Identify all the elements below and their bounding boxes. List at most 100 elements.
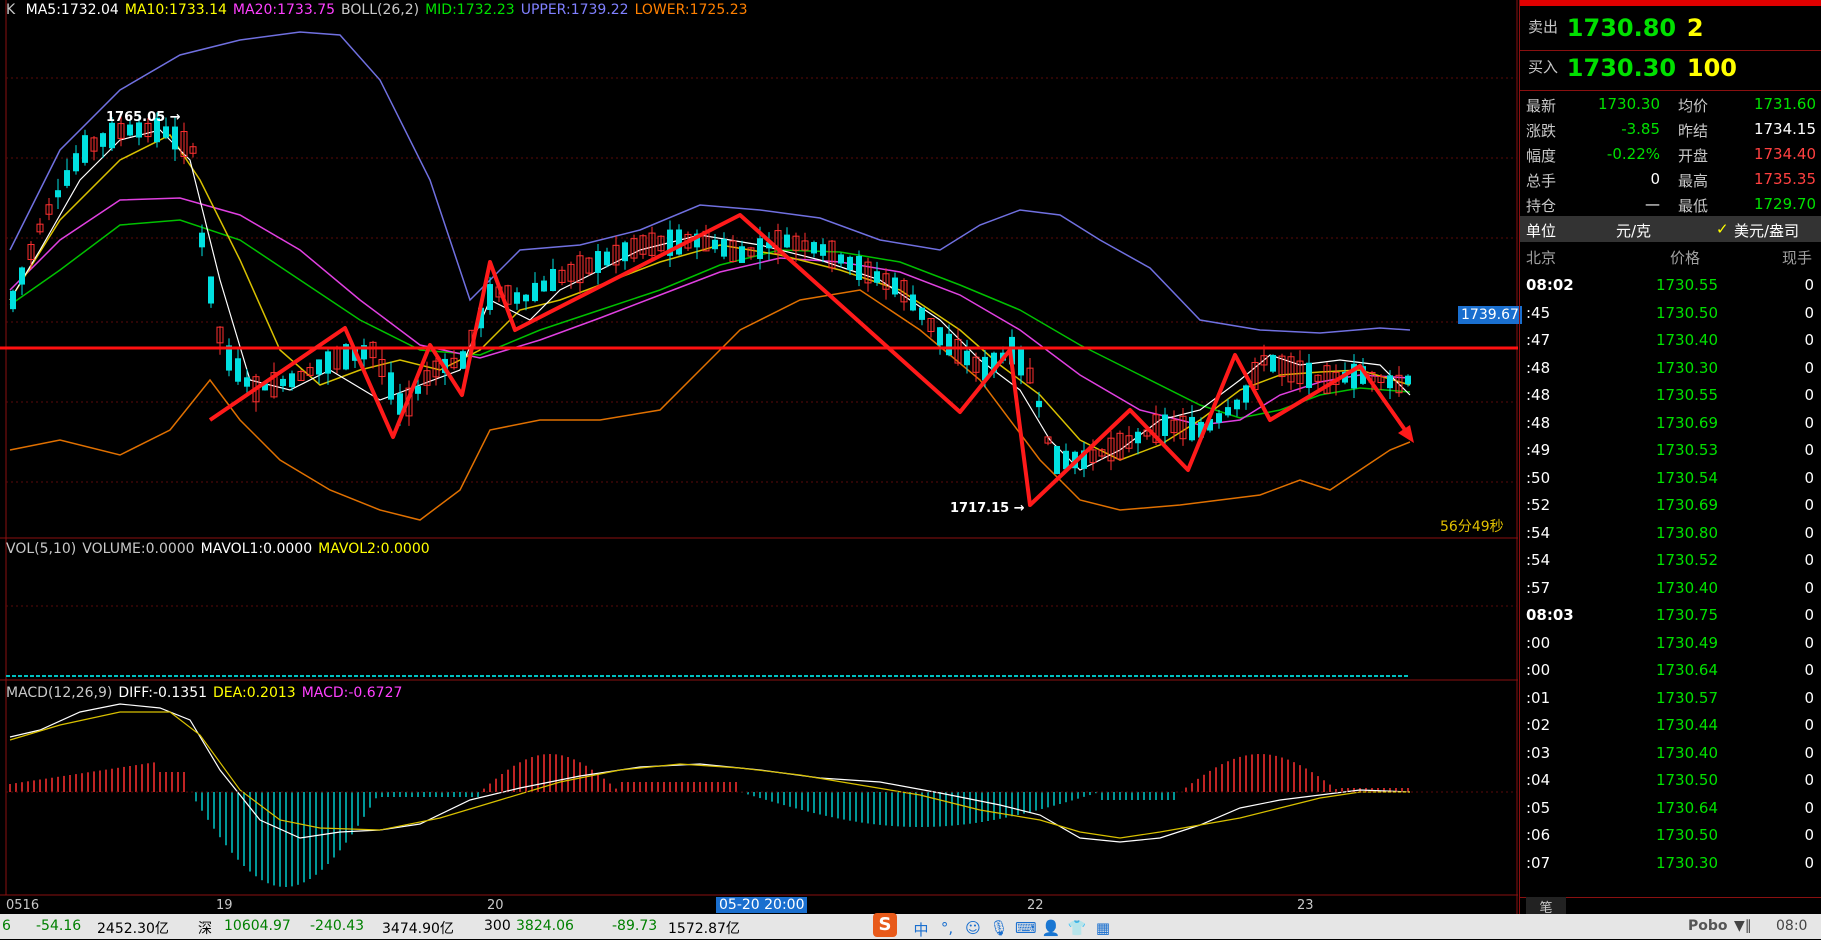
candle-body	[937, 327, 943, 346]
candle-body	[487, 284, 493, 310]
tick-row: :57 1730.40 0	[1526, 578, 1814, 597]
vol-legend-item-0: VOL(5,10)	[6, 541, 77, 557]
punctuation-icon[interactable]: °,	[937, 919, 957, 937]
cursor-time-label: 05-20 20:00	[716, 897, 808, 913]
candle-body	[163, 126, 169, 138]
skin-icon[interactable]: 👕	[1067, 919, 1087, 937]
index-sz-chg: -240.43	[310, 918, 365, 934]
candle-body	[721, 239, 727, 257]
tick-row: :48 1730.55 0	[1526, 386, 1814, 404]
candle-body	[64, 170, 70, 186]
sell-qty: 2	[1686, 14, 1704, 42]
macd-legend-item-1: DIFF:-0.1351	[118, 685, 208, 701]
candle-body	[19, 267, 25, 285]
candle-body	[325, 351, 331, 374]
sell-row[interactable]: 卖出 1730.80 2	[1528, 14, 1816, 42]
countdown: 56分49秒	[1440, 519, 1504, 535]
vol-legend-item-3: MAVOL2:0.0000	[318, 541, 430, 557]
candle-body	[388, 372, 394, 400]
x-label-22: 22	[1027, 898, 1044, 913]
index-300-label: 300	[484, 918, 511, 934]
buy-price: 1730.30	[1566, 54, 1677, 82]
sell-price: 1730.80	[1566, 14, 1677, 42]
candle-body	[676, 229, 682, 255]
candle-body	[1234, 399, 1240, 410]
stat-row: 涨跌 -3.85 昨结 1734.15	[1526, 120, 1816, 140]
candle-body	[82, 135, 88, 163]
symbol-prefix: K	[6, 2, 16, 18]
candle-body	[1270, 355, 1276, 372]
candle-body	[172, 126, 178, 150]
ma-legend-item-6: LOWER:1725.23	[634, 2, 748, 18]
candle-body	[784, 234, 790, 248]
candle-body	[856, 256, 862, 280]
candle-body	[514, 292, 520, 304]
tick-row: :05 1730.64 0	[1526, 798, 1814, 817]
emoji-icon[interactable]: ☺	[963, 919, 983, 937]
candle-body	[316, 359, 322, 375]
tick-row: :47 1730.40 0	[1526, 331, 1814, 349]
candle-body	[235, 358, 241, 382]
unit-row[interactable]: 单位 元/克 ✓ 美元/盎司	[1520, 216, 1821, 242]
stat-row: 幅度 -0.22% 开盘 1734.40	[1526, 145, 1816, 165]
candle-body	[523, 294, 529, 302]
user-icon[interactable]: 👤	[1041, 919, 1061, 937]
candle-body	[127, 124, 133, 136]
ticks-header: 北京 价格 现手	[1526, 249, 1813, 267]
ime-logo-icon[interactable]: S	[873, 913, 897, 937]
candle-body	[838, 254, 844, 264]
candle-body	[244, 377, 250, 387]
boll-upper-line	[9, 31, 1411, 334]
ma-legend: K MA5:1732.04 MA10:1733.14 MA20:1733.75 BOL…	[6, 2, 760, 18]
kline-chart[interactable]	[0, 0, 1518, 914]
ime-lang-icon[interactable]: 中	[911, 919, 931, 939]
index-300-chg: -89.73	[612, 918, 658, 934]
candle-body	[712, 239, 718, 250]
candle-body	[964, 350, 970, 366]
tick-row: :52 1730.69 0	[1526, 496, 1814, 514]
tab-ticks[interactable]: 笔	[1526, 897, 1566, 916]
candle-body	[550, 268, 556, 292]
x-label-20: 20	[487, 898, 504, 913]
tick-row: :02 1730.44 0	[1526, 716, 1814, 734]
buy-qty: 100	[1686, 54, 1737, 82]
panel-top-bar	[1520, 0, 1821, 6]
candle-body	[622, 242, 628, 262]
candle-body	[847, 256, 853, 271]
tick-row: :45 1730.50 0	[1526, 303, 1814, 322]
unit-alt[interactable]: 美元/盎司	[1734, 220, 1799, 241]
candle-body	[595, 251, 601, 273]
candle-body	[946, 333, 952, 356]
price-tag: 1739.67	[1458, 306, 1522, 324]
trend-zigzag	[208, 213, 1412, 507]
low-marker: 1717.15 →	[950, 501, 1025, 516]
clock: 08:0	[1776, 918, 1808, 934]
toolbox-icon[interactable]: ▦	[1093, 919, 1113, 937]
macd-legend-item-0: MACD(12,26,9)	[6, 685, 113, 701]
candle-body	[415, 386, 421, 394]
candle-body	[910, 294, 916, 311]
candle-body	[280, 378, 286, 387]
tick-row: 08:02 1730.55 0	[1526, 276, 1814, 294]
candle-body	[55, 190, 61, 198]
x-label-23: 23	[1297, 898, 1314, 913]
ma-legend-item-3: BOLL(26,2)	[341, 2, 420, 18]
index-sz-val: 10604.97	[224, 918, 291, 934]
ma-legend-item-4: MID:1732.23	[425, 2, 515, 18]
x-label-0516: 0516	[6, 898, 40, 913]
trend-arrowhead	[1398, 425, 1414, 443]
vol-legend-item-2: MAVOL1:0.0000	[200, 541, 313, 557]
candle-body	[1243, 385, 1249, 403]
chart-area[interactable]: K MA5:1732.04 MA10:1733.14 MA20:1733.75 BOL…	[0, 0, 1522, 914]
stat-row: 最新 1730.30 均价 1731.60	[1526, 95, 1816, 115]
unit-value[interactable]: 元/克	[1616, 220, 1651, 241]
candle-body	[604, 251, 610, 266]
candle-body	[1216, 413, 1222, 423]
tick-row: :54 1730.52 0	[1526, 551, 1814, 569]
candle-body	[739, 246, 745, 263]
microphone-icon[interactable]: 🎙	[989, 919, 1009, 937]
keyboard-icon[interactable]: ⌨	[1015, 919, 1037, 937]
candle-body	[811, 242, 817, 254]
macd-legend-item-2: DEA:0.2013	[213, 685, 296, 701]
buy-row[interactable]: 买入 1730.30 100	[1528, 54, 1816, 82]
